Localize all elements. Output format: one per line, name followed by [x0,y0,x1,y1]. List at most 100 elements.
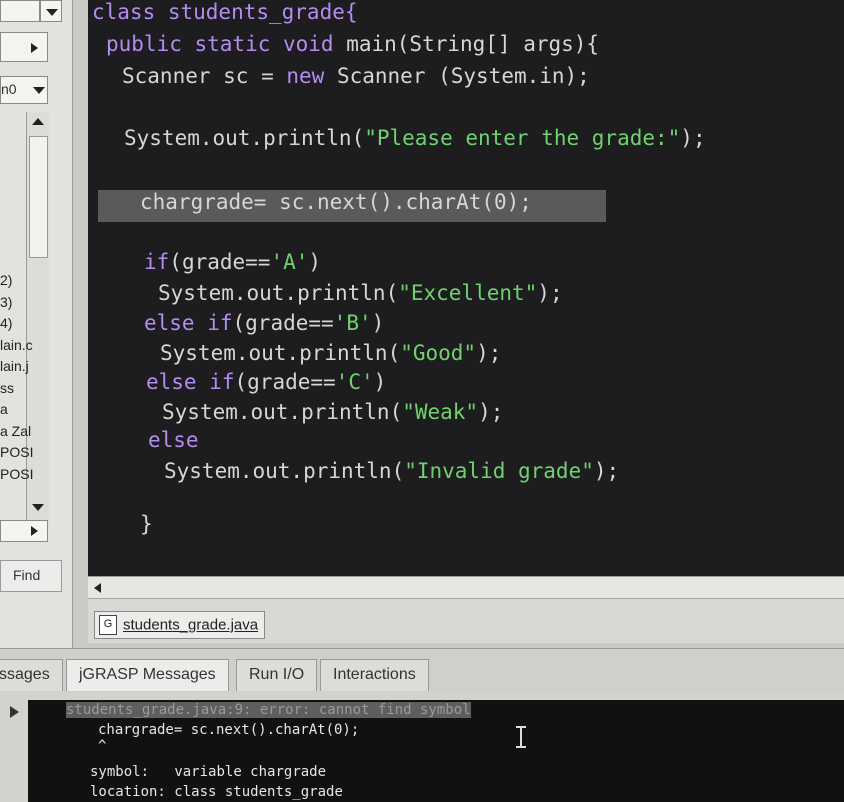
code-token: System.out.println( [162,400,403,424]
editor-tab-strip: Gstudents_grade.java [88,598,844,643]
code-token: ); [593,459,620,483]
code-token: System.out.println( [124,126,365,150]
file-list-item[interactable]: lain.c [0,335,48,357]
location-line: location: class students_grade [90,784,343,800]
code-token: 'A' [270,250,309,274]
code-token: ); [476,341,502,365]
console-output[interactable]: students_grade.java:9: error: cannot fin… [28,700,844,802]
code-line[interactable]: System.out.println("Invalid grade"); [164,459,619,483]
code-token: (grade== [169,250,271,274]
code-line[interactable]: System.out.println("Excellent"); [158,281,563,305]
scroll-thumb[interactable] [29,136,48,258]
code-line[interactable]: System.out.println("Weak"); [162,400,503,424]
tab-label: jGRASP Messages [79,666,216,683]
code-token: main(String[] args){ [346,32,600,56]
code-line[interactable]: Scanner sc = new Scanner (System.in); [122,64,590,88]
code-token: new [286,64,325,88]
tab-label: Interactions [333,666,416,683]
code-token: } [140,512,153,536]
horizontal-scrollbar[interactable] [0,520,48,542]
file-list-item[interactable]: 4) [0,313,48,335]
file-list: 2) 3) 4) lain.c lain.j ss a a Zal POSI POSI [0,270,48,485]
editor-horizontal-scrollbar[interactable] [88,576,844,599]
code-token: ); [680,126,706,150]
file-list-item[interactable]: POSI [0,442,48,464]
scroll-up-icon[interactable] [32,118,44,125]
code-token: ) [371,311,385,335]
code-token: 'B' [333,311,372,335]
error-source-line: chargrade= sc.next().charAt(0); [98,722,360,738]
error-message[interactable]: students_grade.java:9: error: cannot fin… [66,702,471,718]
code-token: if [144,250,170,274]
code-line[interactable]: else if(grade=='B') [144,311,384,335]
file-list-item[interactable]: ss [0,378,48,400]
code-line[interactable]: public static void main(String[] args){ [106,32,599,56]
code-token: (grade== [234,370,336,394]
file-list-item[interactable]: a Zal [0,421,48,443]
nav-button[interactable] [0,32,48,62]
arrow-right-icon [31,43,38,53]
code-line[interactable]: } [140,512,153,536]
code-line[interactable]: else [148,428,199,452]
file-list-item[interactable]: POSI [0,464,48,486]
play-icon[interactable] [10,706,19,718]
code-line[interactable]: class students_grade{ [92,0,358,24]
code-token: else if [144,311,233,335]
tab-label: Run I/O [249,666,305,683]
text-cursor-icon [516,726,526,748]
file-tab-label: students_grade.java [123,616,259,634]
code-token: "Invalid grade" [404,459,594,483]
code-token: System.out.println( [160,341,401,365]
code-line[interactable]: if(grade=='A') [144,250,321,274]
top-combo-arrow[interactable] [40,0,62,22]
file-list-item[interactable]: a [0,399,48,421]
code-token: class students_grade{ [92,0,358,24]
arrow-left-icon[interactable] [94,583,101,593]
code-token: "Excellent" [398,281,538,305]
code-token: ); [537,281,563,305]
directory-dropdown[interactable]: n0 [0,76,48,104]
java-file-icon: G [99,615,117,635]
code-token: ); [478,400,504,424]
code-line[interactable]: System.out.println("Good"); [160,341,501,365]
file-list-item[interactable]: lain.j [0,356,48,378]
code-token: System.out.println( [158,281,399,305]
location-value: class students_grade [174,784,343,800]
error-caret: ^ [98,738,107,754]
code-token: System.out.println( [164,459,405,483]
file-list-item[interactable]: 2) [0,270,48,292]
code-token: 'C' [335,370,374,394]
tab-jgrasp-messages[interactable]: jGRASP Messages [66,659,229,691]
chevron-down-icon [46,9,58,16]
code-token: Scanner (System.in); [324,64,590,88]
top-combo[interactable] [0,0,40,22]
code-token: Scanner sc = [122,64,287,88]
code-line[interactable]: else if(grade=='C') [146,370,386,394]
code-token: ) [373,370,387,394]
find-label: Find [13,567,41,583]
code-line[interactable]: chargrade= sc.next().charAt(0); [140,190,532,214]
code-token: ) [308,250,322,274]
code-token: (grade== [232,311,334,335]
tab-compile-messages[interactable]: ssages [0,659,63,691]
chevron-down-icon [33,87,45,94]
code-token: "Weak" [402,400,479,424]
file-list-item[interactable]: 3) [0,292,48,314]
dropdown-value: n0 [1,81,17,97]
code-token: public static void [106,32,347,56]
code-token: "Please enter the grade:" [364,126,681,150]
tab-interactions[interactable]: Interactions [320,659,429,691]
code-token: "Good" [400,341,477,365]
file-tab[interactable]: Gstudents_grade.java [94,611,266,639]
browse-panel: n0 2) 3) 4) lain.c lain.j ss a a Zal POSI POSI Fi… [0,0,73,660]
code-line[interactable]: System.out.println("Please enter the gra… [124,126,706,150]
message-tabs: ssages jGRASP Messages Run I/O Interacti… [0,648,844,693]
code-token: chargrade= sc.next().charAt(0); [140,190,532,214]
scroll-down-icon[interactable] [32,504,44,511]
location-label: location: [90,784,166,800]
arrow-right-icon[interactable] [31,526,38,536]
code-editor[interactable]: class students_grade{public static void … [88,0,844,576]
symbol-value: variable chargrade [174,764,327,780]
tab-run-io[interactable]: Run I/O [236,659,318,691]
find-button[interactable]: Find [0,560,62,592]
